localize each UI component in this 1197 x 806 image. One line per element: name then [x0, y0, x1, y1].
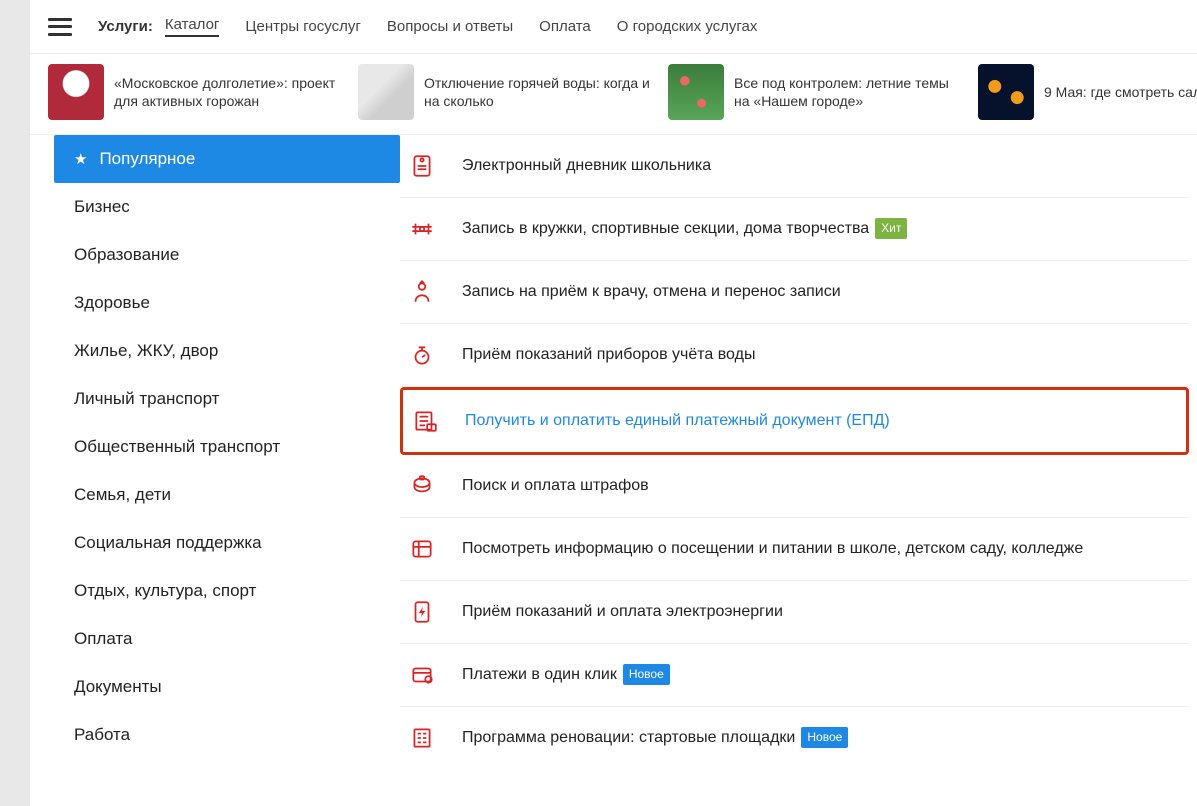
- news-thumb-icon: [978, 64, 1034, 120]
- sidebar-item-personal-transport[interactable]: Личный транспорт: [54, 375, 400, 423]
- sidebar-item-public-transport[interactable]: Общественный транспорт: [54, 423, 400, 471]
- sidebar-item-health[interactable]: Здоровье: [54, 279, 400, 327]
- sidebar-item-social[interactable]: Социальная поддержка: [54, 519, 400, 567]
- badge-hit: Хит: [875, 218, 907, 239]
- hamburger-icon[interactable]: [48, 18, 72, 36]
- sidebar-item-payment[interactable]: Оплата: [54, 615, 400, 663]
- star-icon: ★: [74, 150, 87, 168]
- sidebar-item-education[interactable]: Образование: [54, 231, 400, 279]
- news-card[interactable]: Все под контролем: летние темы на «Нашем…: [668, 64, 964, 120]
- sidebar-item-documents[interactable]: Документы: [54, 663, 400, 711]
- service-row[interactable]: Платежи в один кликНовое: [400, 644, 1189, 707]
- news-card[interactable]: Отключение горячей воды: когда и на скол…: [358, 64, 654, 120]
- attendance-icon: [400, 536, 444, 562]
- news-text: Отключение горячей воды: когда и на скол…: [424, 74, 654, 110]
- service-label: Платежи в один кликНовое: [462, 664, 670, 686]
- badge-new: Новое: [801, 727, 848, 748]
- news-thumb-icon: [668, 64, 724, 120]
- news-thumb-icon: [358, 64, 414, 120]
- sidebar: ★ Популярное Бизнес Образование Здоровье…: [30, 135, 400, 769]
- sidebar-item-label: Популярное: [99, 149, 195, 169]
- top-nav: Услуги: Каталог Центры госуслуг Вопросы …: [30, 0, 1197, 54]
- service-label: Поиск и оплата штрафов: [462, 475, 649, 497]
- nav-item-qa[interactable]: Вопросы и ответы: [387, 18, 513, 35]
- service-label: Запись на приём к врачу, отмена и перено…: [462, 281, 841, 303]
- sport-icon: [400, 216, 444, 242]
- news-text: «Московское долголетие»: проект для акти…: [114, 74, 344, 110]
- service-row[interactable]: Электронный дневник школьника: [400, 135, 1189, 198]
- service-label: Программа реновации: стартовые площадкиН…: [462, 727, 848, 749]
- service-row[interactable]: Приём показаний и оплата электроэнергии: [400, 581, 1189, 644]
- services-list: Электронный дневник школьника Запись в к…: [400, 135, 1197, 769]
- nav-item-about[interactable]: О городских услугах: [617, 18, 758, 35]
- service-row[interactable]: Поиск и оплата штрафов: [400, 455, 1189, 518]
- sidebar-item-work[interactable]: Работа: [54, 711, 400, 759]
- service-label: Запись в кружки, спортивные секции, дома…: [462, 218, 907, 240]
- nav-item-payment[interactable]: Оплата: [539, 18, 591, 35]
- doctor-icon: [400, 279, 444, 305]
- sidebar-item-housing[interactable]: Жилье, ЖКУ, двор: [54, 327, 400, 375]
- service-label: Электронный дневник школьника: [462, 155, 711, 177]
- sidebar-item-leisure[interactable]: Отдых, культура, спорт: [54, 567, 400, 615]
- school-dairy-icon: [400, 153, 444, 179]
- nav-item-catalog[interactable]: Каталог: [165, 16, 220, 37]
- news-thumb-icon: [48, 64, 104, 120]
- service-row[interactable]: Приём показаний приборов учёта воды: [400, 324, 1189, 387]
- badge-new: Новое: [623, 664, 670, 685]
- renovation-icon: [400, 725, 444, 751]
- one-click-icon: [400, 662, 444, 688]
- payment-doc-icon: [403, 408, 447, 434]
- fines-icon: [400, 473, 444, 499]
- news-text: 9 Мая: где смотреть сал: [1044, 83, 1197, 101]
- news-text: Все под контролем: летние темы на «Нашем…: [734, 74, 964, 110]
- nav-item-centers[interactable]: Центры госуслуг: [245, 18, 360, 35]
- service-row[interactable]: Посмотреть информацию о посещении и пита…: [400, 518, 1189, 581]
- water-meter-icon: [400, 342, 444, 368]
- service-label: Получить и оплатить единый платежный док…: [465, 410, 890, 432]
- service-row[interactable]: Запись на приём к врачу, отмена и перено…: [400, 261, 1189, 324]
- service-row-highlighted[interactable]: Получить и оплатить единый платежный док…: [400, 387, 1189, 455]
- service-row[interactable]: Программа реновации: стартовые площадкиН…: [400, 707, 1189, 769]
- news-bar: «Московское долголетие»: проект для акти…: [30, 54, 1197, 135]
- sidebar-item-business[interactable]: Бизнес: [54, 183, 400, 231]
- nav-label: Услуги:: [98, 18, 153, 35]
- service-label: Приём показаний и оплата электроэнергии: [462, 601, 783, 623]
- service-label: Приём показаний приборов учёта воды: [462, 344, 755, 366]
- electricity-icon: [400, 599, 444, 625]
- sidebar-item-popular[interactable]: ★ Популярное: [54, 135, 400, 183]
- news-card[interactable]: 9 Мая: где смотреть сал: [978, 64, 1197, 120]
- service-label: Посмотреть информацию о посещении и пита…: [462, 538, 1083, 560]
- news-card[interactable]: «Московское долголетие»: проект для акти…: [48, 64, 344, 120]
- service-row[interactable]: Запись в кружки, спортивные секции, дома…: [400, 198, 1189, 261]
- sidebar-item-family[interactable]: Семья, дети: [54, 471, 400, 519]
